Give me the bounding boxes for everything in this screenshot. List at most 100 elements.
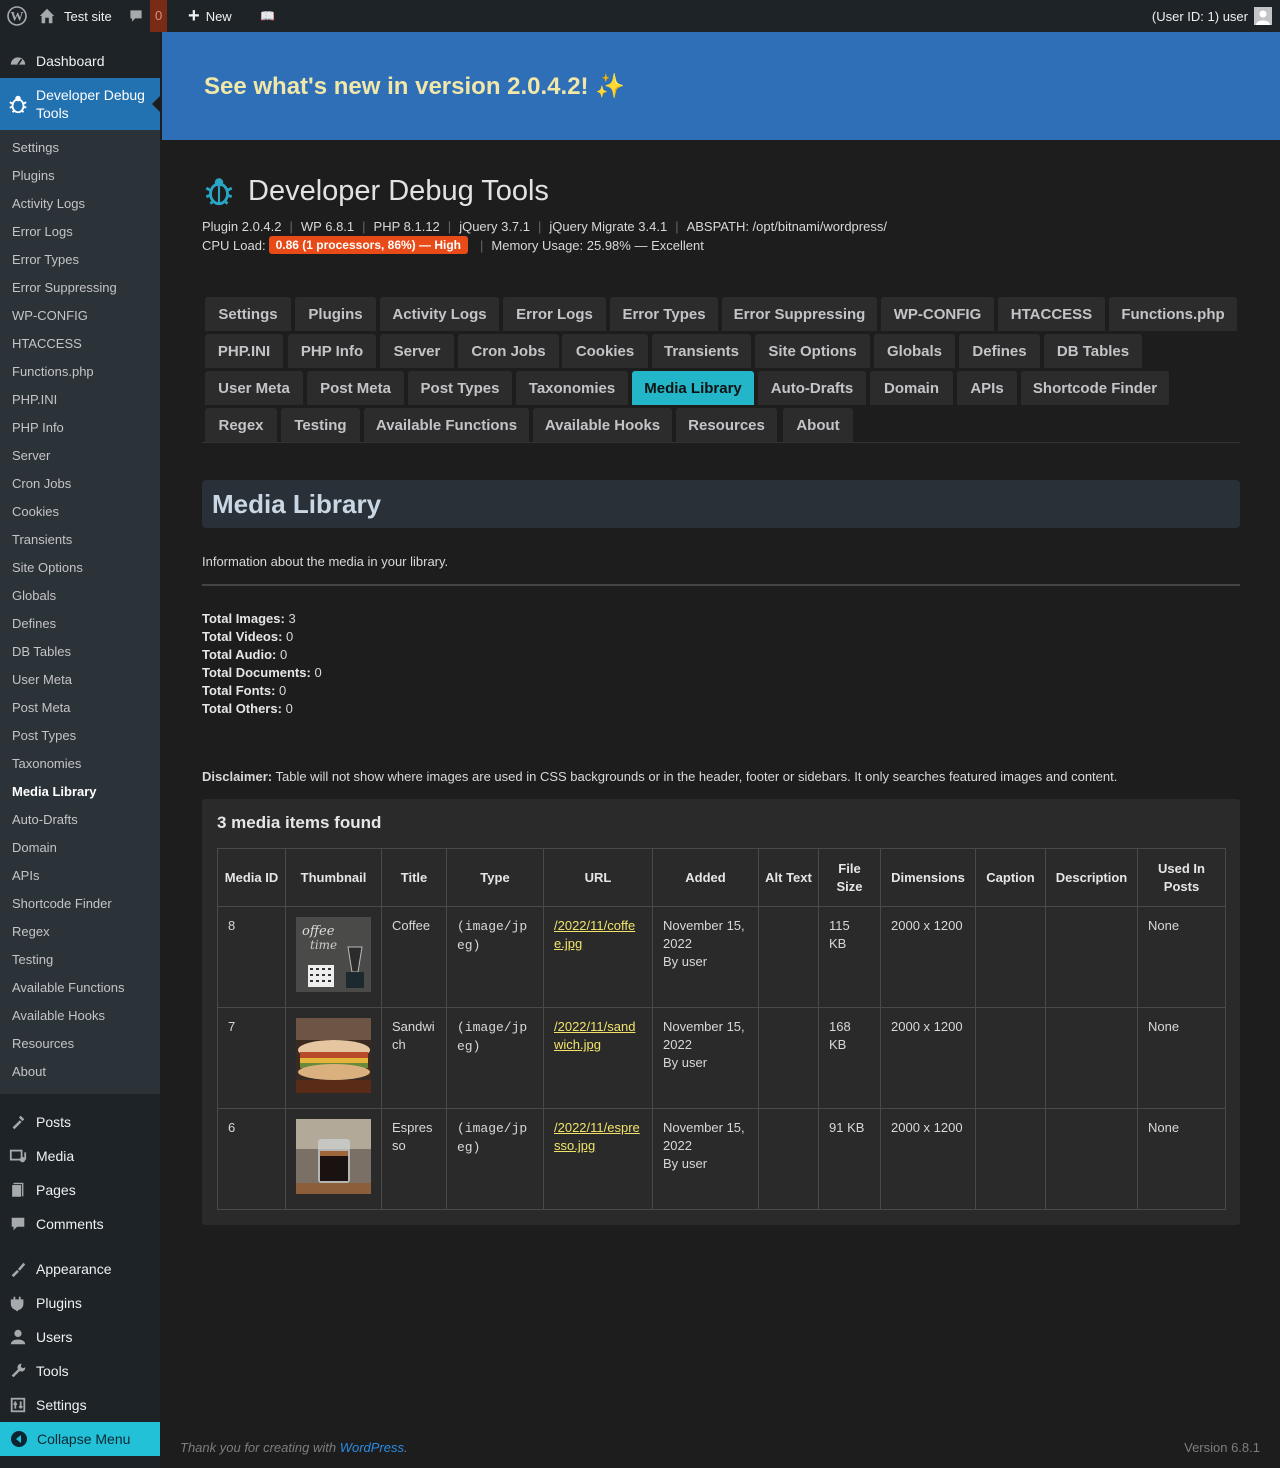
tab-testing[interactable]: Testing <box>281 408 360 442</box>
submenu-item-activity-logs[interactable]: Activity Logs <box>12 190 85 218</box>
submenu-item-site-options[interactable]: Site Options <box>12 554 83 582</box>
submenu-item-php-ini[interactable]: PHP.INI <box>12 386 57 414</box>
menu-appearance[interactable]: Appearance <box>0 1252 160 1286</box>
tab-shortcode-finder[interactable]: Shortcode Finder <box>1021 371 1169 405</box>
tab-php-info[interactable]: PHP Info <box>288 334 376 368</box>
submenu-item-resources[interactable]: Resources <box>12 1030 74 1058</box>
site-name-link[interactable]: Test site <box>38 0 112 32</box>
tab-available-hooks[interactable]: Available Hooks <box>533 408 672 442</box>
submenu-item-apis[interactable]: APIs <box>12 862 39 890</box>
submenu-item-plugins[interactable]: Plugins <box>12 162 55 190</box>
submenu-item-error-logs[interactable]: Error Logs <box>12 218 73 246</box>
tab-functions-php[interactable]: Functions.php <box>1109 297 1237 331</box>
tab-defines[interactable]: Defines <box>959 334 1040 368</box>
comments-link[interactable]: 0 <box>128 0 176 32</box>
submenu-item-db-tables[interactable]: DB Tables <box>12 638 71 666</box>
tab-htaccess[interactable]: HTACCESS <box>998 297 1105 331</box>
banner-title: See what's new in version 2.0.4.2! ✨ <box>204 73 626 100</box>
tab-taxonomies[interactable]: Taxonomies <box>516 371 628 405</box>
sandwich-thumbnail[interactable] <box>296 1018 371 1093</box>
tab-site-options[interactable]: Site Options <box>755 334 870 368</box>
whats-new-banner[interactable]: See what's new in version 2.0.4.2! ✨ <box>162 32 1280 140</box>
submenu-item-media-library[interactable]: Media Library <box>12 778 97 806</box>
tab-available-functions[interactable]: Available Functions <box>364 408 529 442</box>
tab-settings[interactable]: Settings <box>205 297 291 331</box>
tab-error-types[interactable]: Error Types <box>610 297 718 331</box>
submenu-item-defines[interactable]: Defines <box>12 610 56 638</box>
menu-plugins[interactable]: Plugins <box>0 1286 160 1320</box>
tab-db-tables[interactable]: DB Tables <box>1044 334 1142 368</box>
alt-text-cell <box>758 906 819 1008</box>
menu-tools[interactable]: Tools <box>0 1354 160 1388</box>
tab-about[interactable]: About <box>783 408 853 442</box>
tab-apis[interactable]: APIs <box>957 371 1017 405</box>
coffee-thumbnail[interactable]: offeetime <box>296 917 371 992</box>
tab-auto-drafts[interactable]: Auto-Drafts <box>758 371 866 405</box>
menu-pages[interactable]: Pages <box>0 1173 160 1207</box>
submenu-item-available-functions[interactable]: Available Functions <box>12 974 125 1002</box>
submenu-item-user-meta[interactable]: User Meta <box>12 666 72 694</box>
tab-media-library[interactable]: Media Library <box>632 371 754 405</box>
submenu-item-taxonomies[interactable]: Taxonomies <box>12 750 81 778</box>
submenu-item-cron-jobs[interactable]: Cron Jobs <box>12 470 71 498</box>
submenu-item-about[interactable]: About <box>12 1058 46 1086</box>
media-url-link[interactable]: /2022/11/espresso.jpg <box>554 1120 640 1153</box>
tab-post-meta[interactable]: Post Meta <box>307 371 404 405</box>
submenu-item-globals[interactable]: Globals <box>12 582 56 610</box>
account-menu[interactable]: (User ID: 1) user <box>1152 0 1272 32</box>
submenu-item-auto-drafts[interactable]: Auto-Drafts <box>12 806 78 834</box>
submenu-item-available-hooks[interactable]: Available Hooks <box>12 1002 105 1030</box>
submenu-item-regex[interactable]: Regex <box>12 918 50 946</box>
menu-media[interactable]: Media <box>0 1139 160 1173</box>
menu-posts[interactable]: Posts <box>0 1105 160 1139</box>
media-url-link[interactable]: /2022/11/coffee.jpg <box>554 918 635 951</box>
submenu-item-testing[interactable]: Testing <box>12 946 53 974</box>
menu-developer-debug-tools[interactable]: Developer Debug Tools <box>0 78 160 130</box>
submenu-item-error-types[interactable]: Error Types <box>12 246 79 274</box>
wordpress-logo-icon[interactable]: W <box>0 0 34 32</box>
tab-error-logs[interactable]: Error Logs <box>503 297 606 331</box>
menu-settings[interactable]: Settings <box>0 1388 160 1422</box>
wordpress-link[interactable]: WordPress <box>340 1440 404 1455</box>
submenu-item-settings[interactable]: Settings <box>12 134 59 162</box>
tab-plugins[interactable]: Plugins <box>295 297 376 331</box>
tab-transients[interactable]: Transients <box>652 334 751 368</box>
php-version: PHP 8.1.12 <box>373 219 440 234</box>
wp-version: WP 6.8.1 <box>300 219 355 234</box>
tab-server[interactable]: Server <box>380 334 454 368</box>
menu-users[interactable]: Users <box>0 1320 160 1354</box>
new-content-link[interactable]: + New <box>188 0 232 32</box>
book-icon[interactable]: 📖 <box>260 0 275 32</box>
submenu-item-php-info[interactable]: PHP Info <box>12 414 64 442</box>
submenu-item-post-meta[interactable]: Post Meta <box>12 694 71 722</box>
tab-globals[interactable]: Globals <box>874 334 955 368</box>
submenu-item-wp-config[interactable]: WP-CONFIG <box>12 302 88 330</box>
tab-cron-jobs[interactable]: Cron Jobs <box>458 334 559 368</box>
menu-dashboard[interactable]: Dashboard <box>0 44 160 78</box>
tab-user-meta[interactable]: User Meta <box>205 371 303 405</box>
submenu-item-functions-php[interactable]: Functions.php <box>12 358 94 386</box>
version-info: Plugin 2.0.4.2 | WP 6.8.1 | PHP 8.1.12 | jQuer… <box>202 219 887 234</box>
media-url-link[interactable]: /2022/11/sandwich.jpg <box>554 1019 635 1052</box>
submenu-item-htaccess[interactable]: HTACCESS <box>12 330 82 358</box>
submenu-item-post-types[interactable]: Post Types <box>12 722 76 750</box>
tab-activity-logs[interactable]: Activity Logs <box>380 297 499 331</box>
tab-regex[interactable]: Regex <box>205 408 277 442</box>
tab-resources[interactable]: Resources <box>676 408 777 442</box>
tab-php-ini[interactable]: PHP.INI <box>205 334 283 368</box>
collapse-menu-button[interactable]: Collapse Menu <box>0 1422 160 1456</box>
espresso-thumbnail[interactable] <box>296 1119 371 1194</box>
submenu-item-domain[interactable]: Domain <box>12 834 57 862</box>
submenu-item-shortcode-finder[interactable]: Shortcode Finder <box>12 890 112 918</box>
submenu-item-transients[interactable]: Transients <box>12 526 72 554</box>
submenu-item-server[interactable]: Server <box>12 442 50 470</box>
submenu-item-cookies[interactable]: Cookies <box>12 498 59 526</box>
thumbnail-cell <box>285 1108 382 1210</box>
tab-cookies[interactable]: Cookies <box>562 334 648 368</box>
tab-wp-config[interactable]: WP-CONFIG <box>881 297 994 331</box>
tab-error-suppressing[interactable]: Error Suppressing <box>722 297 877 331</box>
menu-comments[interactable]: Comments <box>0 1207 160 1241</box>
tab-domain[interactable]: Domain <box>870 371 953 405</box>
submenu-item-error-suppressing[interactable]: Error Suppressing <box>12 274 117 302</box>
tab-post-types[interactable]: Post Types <box>408 371 512 405</box>
